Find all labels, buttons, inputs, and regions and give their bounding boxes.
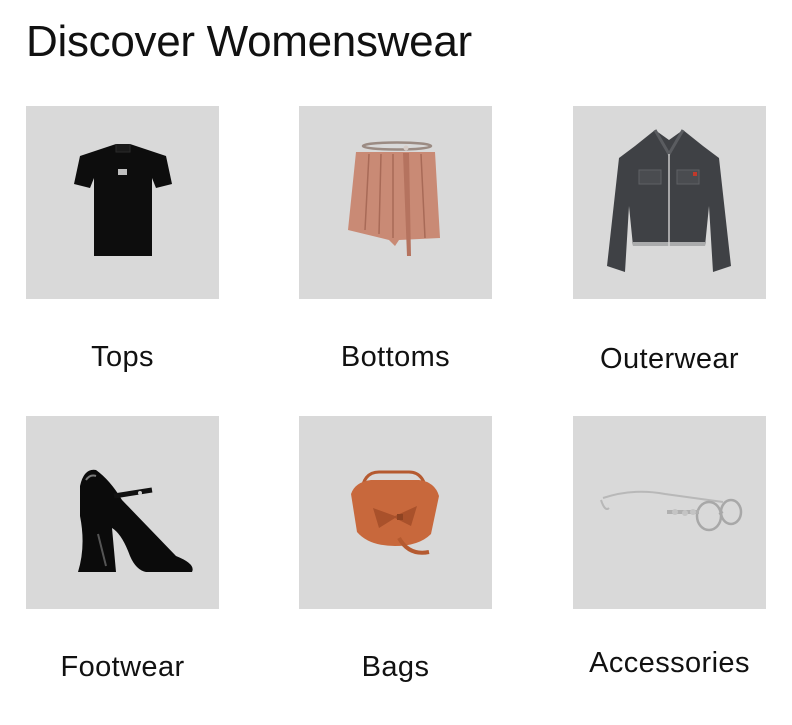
category-label-outerwear[interactable]: Outerwear [573, 341, 766, 377]
category-image-accessories[interactable] [573, 416, 766, 609]
skirt-icon [348, 141, 440, 256]
category-label-bags[interactable]: Bags [299, 649, 492, 685]
page-title: Discover Womenswear [26, 17, 472, 66]
category-image-outerwear[interactable] [573, 106, 766, 299]
category-label-accessories[interactable]: Accessories [573, 645, 766, 681]
category-image-tops[interactable] [26, 106, 219, 299]
jacket-icon [607, 129, 731, 272]
bag-icon [351, 470, 439, 555]
category-image-footwear[interactable] [26, 416, 219, 609]
category-tile-outerwear[interactable]: Outerwear [573, 106, 766, 375]
top-icon [74, 144, 172, 256]
category-tile-bags[interactable]: Bags [299, 416, 492, 683]
category-tile-accessories[interactable]: Accessories [573, 416, 766, 679]
category-tile-footwear[interactable]: Footwear [26, 416, 219, 683]
category-tile-tops[interactable]: Tops [26, 106, 219, 373]
category-label-footwear[interactable]: Footwear [26, 649, 219, 685]
category-label-bottoms[interactable]: Bottoms [299, 339, 492, 375]
category-image-bottoms[interactable] [299, 106, 492, 299]
glasses-icon [600, 490, 743, 532]
shoe-icon [78, 469, 193, 572]
category-image-bags[interactable] [299, 416, 492, 609]
category-tile-bottoms[interactable]: Bottoms [299, 106, 492, 373]
category-label-tops[interactable]: Tops [26, 339, 219, 375]
